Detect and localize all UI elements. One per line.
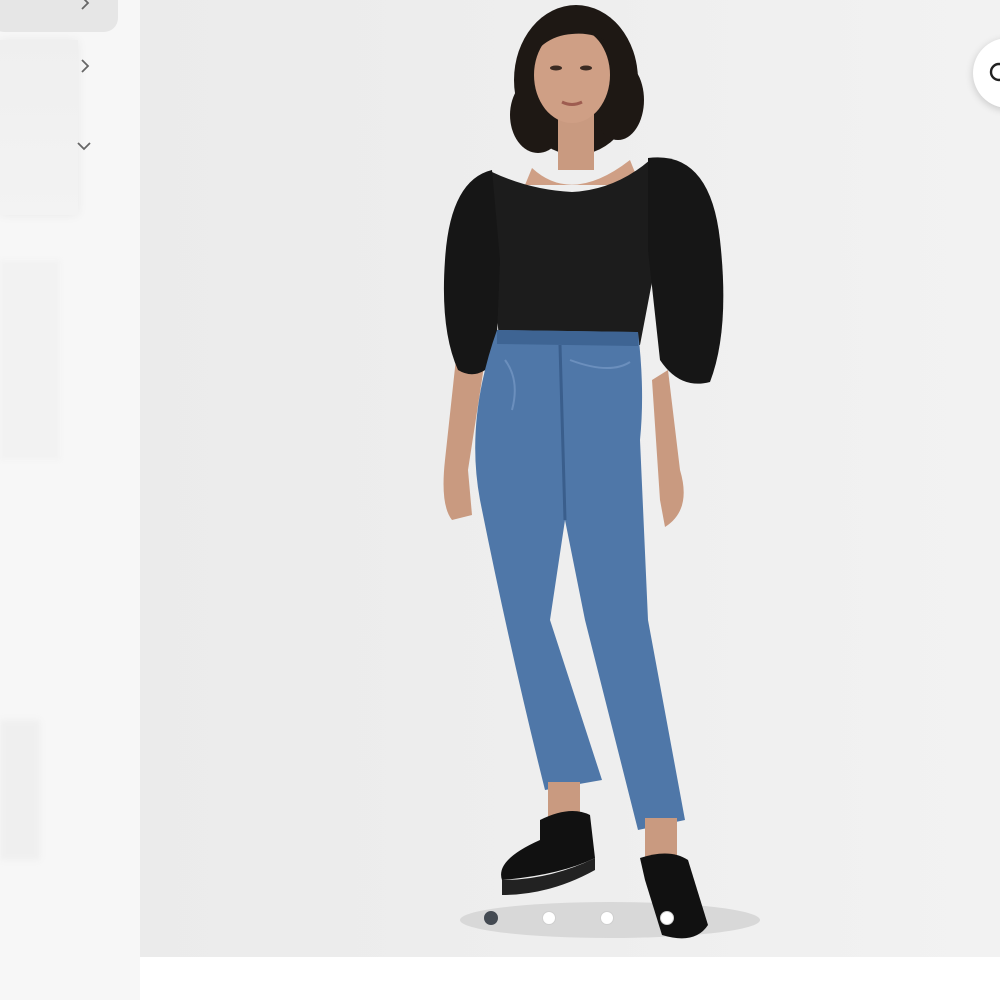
sidebar-thumbnail[interactable]	[0, 40, 78, 215]
product-image	[443, 5, 760, 939]
sidebar-thumbnail-blurred	[0, 720, 40, 860]
carousel-dot-1[interactable]	[484, 911, 498, 925]
carousel-dot-2[interactable]	[542, 911, 556, 925]
left-sidebar	[0, 0, 140, 1000]
chevron-right-icon[interactable]	[76, 57, 94, 75]
sidebar-top-card[interactable]	[0, 0, 118, 32]
search-icon	[989, 62, 1000, 82]
carousel-dot-4[interactable]	[660, 911, 674, 925]
sidebar-thumbnail-blurred	[0, 260, 60, 460]
chevron-down-icon[interactable]	[75, 137, 93, 155]
carousel-dot-3[interactable]	[600, 911, 614, 925]
chevron-right-icon[interactable]	[76, 0, 94, 12]
product-image-gallery[interactable]	[140, 0, 1000, 957]
bottom-strip	[140, 957, 1000, 1000]
